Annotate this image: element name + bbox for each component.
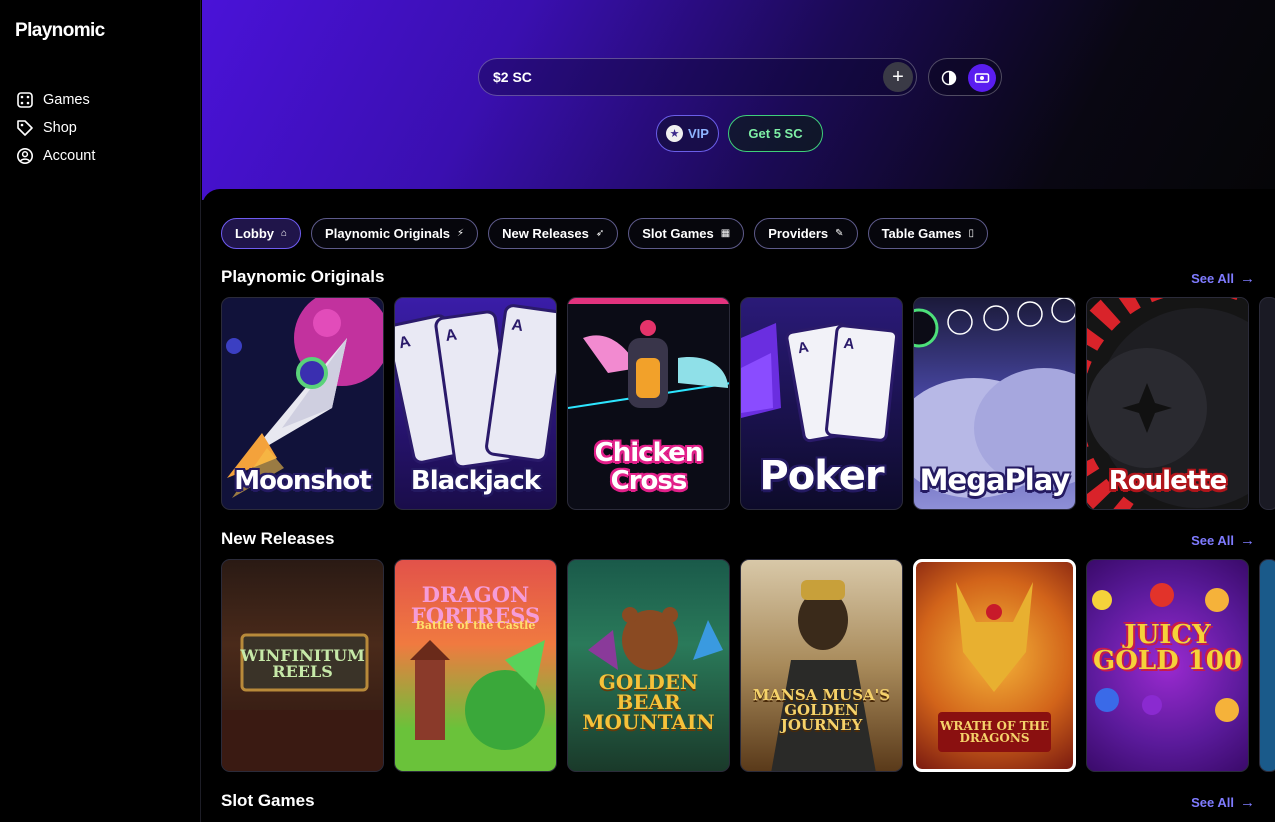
card-icon: ▯	[968, 228, 975, 239]
star-icon: ★	[666, 125, 684, 142]
chip-new-releases[interactable]: New Releases ➶	[488, 218, 619, 249]
pen-icon: ✎	[835, 228, 844, 239]
new-releases-row: WINFINITUM REELS DRAGON FORTRESS Battle …	[221, 559, 1275, 772]
game-card-partial[interactable]	[1259, 559, 1275, 772]
sidebar-nav: Games Shop Account	[16, 86, 95, 170]
chip-table-games[interactable]: Table Games ▯	[867, 218, 989, 249]
tag-icon	[17, 120, 33, 136]
see-all-label: See All	[1191, 533, 1234, 548]
slots-icon: ▦	[720, 228, 731, 239]
game-title: Blackjack	[410, 465, 541, 496]
game-title: WINFINITUM REELS	[240, 646, 365, 681]
chip-lobby[interactable]: Lobby ⌂	[221, 218, 302, 249]
game-card-chicken-cross[interactable]: Chicken Cross	[567, 297, 730, 510]
svg-text:A: A	[843, 335, 856, 353]
game-card-wrath-of-the-dragons[interactable]: WRATH OF THE DRAGONS	[913, 559, 1076, 772]
logo[interactable]: Playnomic	[15, 20, 105, 42]
see-all-label: See All	[1191, 795, 1234, 810]
section-title-originals: Playnomic Originals	[221, 267, 385, 286]
sidebar-item-label: Games	[43, 92, 90, 108]
vip-label: VIP	[688, 126, 709, 141]
mansa-musa-art	[771, 580, 876, 771]
gold-coin-toggle[interactable]	[936, 65, 962, 91]
game-card-juicy-gold-100[interactable]: JUICY GOLD 100	[1086, 559, 1249, 772]
chip-label: Lobby	[235, 226, 274, 241]
chip-slot-games[interactable]: Slot Games ▦	[628, 218, 745, 249]
sidebar-item-label: Account	[43, 148, 96, 164]
get-sc-label: Get 5 SC	[748, 126, 803, 141]
chip-label: Providers	[768, 226, 829, 241]
chip-label: Table Games	[881, 226, 962, 241]
chip-label: New Releases	[502, 226, 589, 241]
game-card-roulette[interactable]: Roulette	[1086, 297, 1249, 510]
section-title-new-releases: New Releases	[221, 529, 335, 548]
game-title: MegaPlay	[919, 462, 1071, 497]
game-card-mansa-musas-golden-journey[interactable]: MANSA MUSA'S GOLDEN JOURNEY	[740, 559, 903, 772]
game-title: WRATH OF THE DRAGONS	[939, 719, 1050, 745]
game-card-blackjack[interactable]: A A A Blackjack	[394, 297, 557, 510]
sweeps-coin-toggle[interactable]	[968, 64, 996, 92]
see-all-new-releases-link[interactable]: See All →	[1191, 532, 1255, 549]
get-sc-button[interactable]: Get 5 SC	[728, 115, 823, 152]
sidebar: Playnomic Games Shop Account	[0, 0, 201, 822]
chip-label: Playnomic Originals	[325, 226, 451, 241]
game-title: JUICY GOLD 100	[1092, 620, 1242, 676]
sidebar-item-account[interactable]: Account	[16, 142, 95, 170]
bolt-icon: ⚡	[457, 228, 465, 239]
game-card-partial[interactable]	[1259, 297, 1275, 510]
currency-toggle[interactable]	[928, 58, 1002, 96]
balance-amount: $2 SC	[493, 69, 532, 85]
rocket-icon: ➶	[595, 228, 605, 239]
golden-bear-art	[588, 607, 723, 670]
add-funds-button[interactable]: +	[883, 62, 913, 92]
user-circle-icon	[17, 148, 33, 164]
vip-button[interactable]: ★ VIP	[656, 115, 719, 152]
home-icon: ⌂	[281, 228, 288, 239]
game-title: Poker	[759, 453, 884, 499]
see-all-originals-link[interactable]: See All →	[1191, 270, 1255, 287]
chip-playnomic-originals[interactable]: Playnomic Originals ⚡	[311, 218, 479, 249]
game-card-moonshot[interactable]: Moonshot	[221, 297, 384, 510]
originals-row: Moonshot A A A Blackjack Chicken Cross A…	[221, 297, 1275, 510]
plus-icon: +	[892, 66, 904, 88]
game-title: MANSA MUSA'S GOLDEN JOURNEY	[752, 686, 891, 734]
sidebar-item-label: Shop	[43, 120, 77, 136]
arrow-right-icon: →	[1240, 532, 1255, 549]
see-all-slot-games-link[interactable]: See All →	[1191, 794, 1255, 811]
see-all-label: See All	[1191, 271, 1234, 286]
balance-display[interactable]: $2 SC +	[478, 58, 917, 96]
game-title: Chicken Cross	[594, 438, 704, 496]
cash-icon	[974, 73, 990, 83]
dice-icon	[17, 92, 33, 108]
sidebar-item-games[interactable]: Games	[16, 86, 95, 114]
game-title: Roulette	[1108, 465, 1227, 496]
game-card-poker[interactable]: A A Poker	[740, 297, 903, 510]
main-content: Lobby ⌂ Playnomic Originals ⚡ New Releases…	[202, 189, 1275, 822]
category-chips: Lobby ⌂ Playnomic Originals ⚡ New Releases…	[221, 218, 989, 249]
chip-label: Slot Games	[642, 226, 714, 241]
arrow-right-icon: →	[1240, 270, 1255, 287]
header: $2 SC + ★ VIP Get 5 SC	[202, 0, 1275, 200]
game-subtitle: Battle of the Castle	[415, 619, 536, 632]
game-card-golden-bear-mountain[interactable]: GOLDEN BEAR MOUNTAIN	[567, 559, 730, 772]
game-title: Moonshot	[234, 465, 371, 496]
game-card-dragon-fortress[interactable]: DRAGON FORTRESS Battle of the Castle	[394, 559, 557, 772]
sidebar-item-shop[interactable]: Shop	[16, 114, 95, 142]
chip-providers[interactable]: Providers ✎	[754, 218, 858, 249]
section-title-slot-games: Slot Games	[221, 791, 315, 810]
game-card-winfinitum-reels[interactable]: WINFINITUM REELS	[221, 559, 384, 772]
arrow-right-icon: →	[1240, 794, 1255, 811]
game-card-megaplay[interactable]: MegaPlay	[913, 297, 1076, 510]
game-title: GOLDEN BEAR MOUNTAIN	[582, 670, 715, 734]
coin-icon	[941, 70, 957, 86]
